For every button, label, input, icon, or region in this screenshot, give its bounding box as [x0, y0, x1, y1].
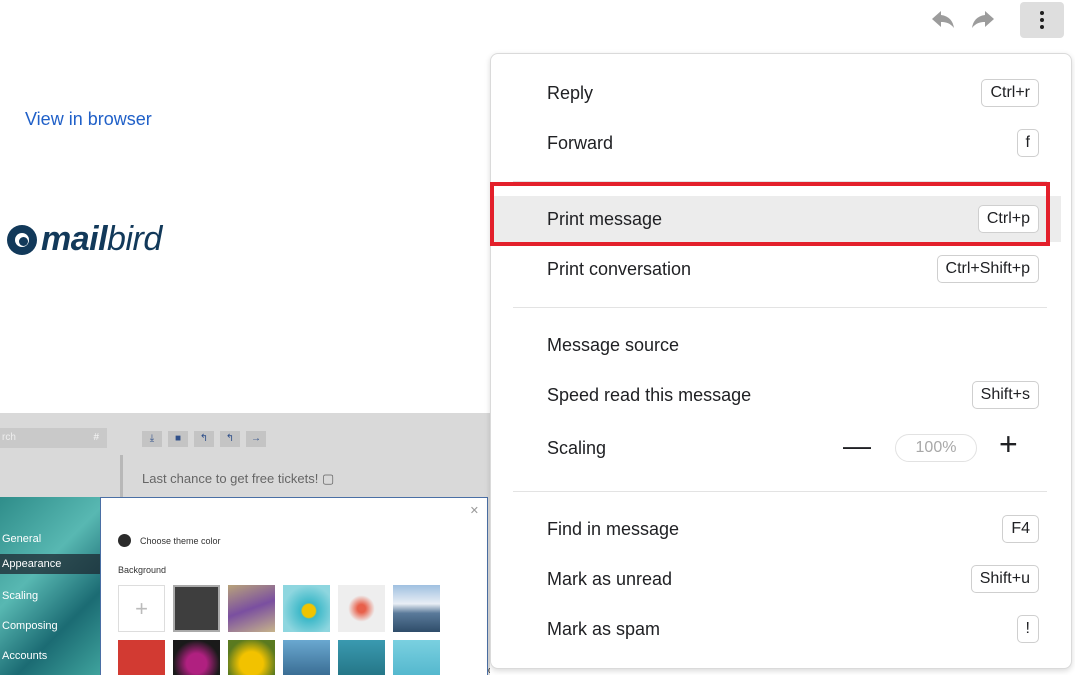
theme-color-label: Choose theme color — [140, 535, 221, 546]
zoom-level-display: 100% — [895, 434, 977, 462]
menu-divider — [513, 491, 1047, 492]
reply-icon — [932, 11, 954, 28]
menu-item-label: Mark as spam — [547, 618, 661, 639]
shortcut-badge: Ctrl+r — [981, 79, 1039, 107]
menu-divider — [513, 307, 1047, 308]
screenshot-settings-dialog: ✕ Choose theme color Background + — [100, 497, 488, 675]
menu-item-mark-unread[interactable]: Mark as unread Shift+u — [491, 556, 1061, 602]
trash-icon: ■ — [168, 431, 188, 447]
folder-icon: ▢ — [321, 471, 335, 486]
reply-button[interactable] — [925, 2, 961, 36]
background-tile-red — [118, 640, 165, 675]
menu-divider — [513, 181, 1047, 182]
download-icon: ⤓ — [142, 431, 162, 447]
hash-icon: # — [93, 432, 99, 443]
menu-item-message-source[interactable]: Message source — [491, 322, 1061, 368]
mailbird-logo: mailbird — [7, 220, 162, 259]
screenshot-toolbar: ⤓ ■ ↰ ↰ → — [142, 431, 266, 447]
background-tile-dark — [173, 585, 220, 632]
forward-icon — [972, 11, 994, 28]
add-background-tile: + — [118, 585, 165, 632]
close-icon: ✕ — [469, 505, 479, 517]
menu-item-label: Mark as unread — [547, 568, 673, 589]
reply-icon: ↰ — [194, 431, 214, 447]
theme-color-dot — [118, 534, 131, 547]
background-tile-fish — [338, 585, 385, 632]
screenshot-settings-sidebar: General Appearance Scaling Composing Acc… — [0, 497, 100, 675]
menu-item-label: Find in message — [547, 518, 680, 539]
menu-item-label: Message source — [547, 334, 680, 355]
menu-item-label: Print conversation — [547, 258, 692, 279]
message-context-menu: Reply Ctrl+r Forward f Print message Ctr… — [490, 53, 1072, 669]
menu-item-forward[interactable]: Forward f — [491, 120, 1061, 166]
menu-item-print-message[interactable]: Print message Ctrl+p — [491, 196, 1061, 242]
zoom-in-button[interactable]: + — [999, 426, 1018, 463]
shortcut-badge: Ctrl+p — [977, 205, 1039, 233]
screenshot-side-composing: Composing — [2, 620, 58, 632]
background-tile-flowers — [228, 585, 275, 632]
screenshot-background-label: Background — [118, 565, 167, 575]
background-tile-orchid — [173, 640, 220, 675]
menu-item-scaling: Scaling — 100% + — [491, 425, 1061, 471]
message-toolbar — [875, 0, 1075, 40]
shortcut-badge: Shift+u — [970, 565, 1039, 593]
menu-item-speed-read[interactable]: Speed read this message Shift+s — [491, 372, 1061, 418]
menu-item-print-conversation[interactable]: Print conversation Ctrl+Shift+p — [491, 246, 1061, 292]
background-tile-water — [393, 640, 440, 675]
menu-item-label: Reply — [547, 82, 594, 103]
screenshot-side-general: General — [2, 533, 42, 545]
menu-item-reply[interactable]: Reply Ctrl+r — [491, 70, 1061, 116]
background-tile-mountain — [393, 585, 440, 632]
shortcut-badge: F4 — [1002, 515, 1039, 543]
screenshot-side-appearance: Appearance — [0, 554, 100, 574]
menu-item-label: Print message — [547, 208, 663, 229]
mailbird-logo-icon — [7, 224, 37, 255]
zoom-out-button[interactable]: — — [843, 430, 871, 462]
forward-icon: → — [246, 431, 266, 447]
screenshot-theme-color: Choose theme color — [118, 534, 221, 547]
background-tile-sunflower — [228, 640, 275, 675]
menu-item-mark-spam[interactable]: Mark as spam ! — [491, 606, 1061, 652]
shortcut-badge: f — [1016, 129, 1039, 157]
screenshot-side-accounts: Accounts — [2, 650, 48, 662]
screenshot-search-text: rch — [2, 432, 16, 443]
menu-item-find-in-message[interactable]: Find in message F4 — [491, 506, 1061, 552]
shortcut-badge: Ctrl+Shift+p — [936, 255, 1039, 283]
reply-all-icon: ↰ — [220, 431, 240, 447]
email-screenshot-image: rch # ⤓ ■ ↰ ↰ → Last chance to get free t… — [0, 413, 490, 675]
view-in-browser-link[interactable]: View in browser — [25, 109, 152, 130]
background-tile-pool — [283, 585, 330, 632]
shortcut-badge: ! — [1016, 615, 1039, 643]
background-tile-turtle — [338, 640, 385, 675]
shortcut-badge: Shift+s — [971, 381, 1039, 409]
screenshot-subject-text: Last chance to get free tickets! — [142, 471, 319, 486]
screenshot-search-box: rch # — [0, 428, 107, 448]
logo-text-light: bird — [107, 220, 162, 258]
more-options-button[interactable] — [1020, 2, 1064, 38]
menu-item-label: Speed read this message — [547, 384, 752, 405]
screenshot-side-text: challengin — [488, 665, 490, 675]
forward-button[interactable] — [965, 2, 1001, 36]
menu-item-label: Scaling — [547, 437, 607, 458]
screenshot-subject: Last chance to get free tickets! ▢ — [142, 471, 334, 487]
logo-text-bold: mail — [41, 220, 108, 258]
menu-item-label: Forward — [547, 132, 614, 153]
background-tile-lake — [283, 640, 330, 675]
screenshot-side-scaling: Scaling — [2, 590, 39, 602]
more-vertical-icon — [1040, 11, 1044, 29]
